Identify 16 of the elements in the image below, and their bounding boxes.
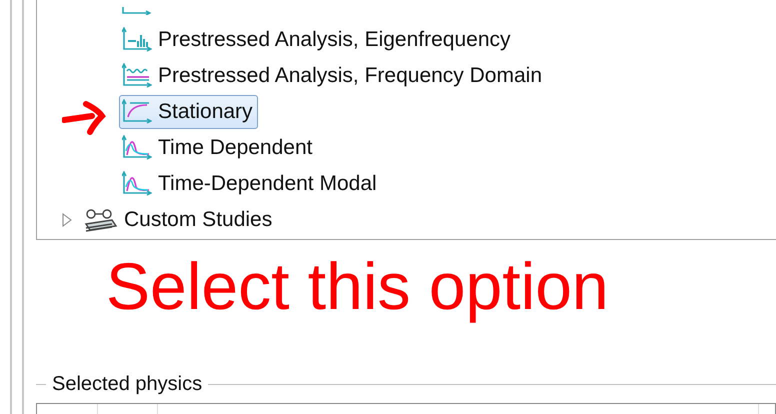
- tree-item[interactable]: Prestressed Analysis, Eigenfrequency: [119, 23, 516, 57]
- group-title: Selected physics: [52, 372, 202, 396]
- study-icon: [122, 63, 152, 89]
- expand-icon[interactable]: [61, 213, 73, 227]
- study-icon: [122, 171, 152, 197]
- tree-item[interactable]: Custom Studies: [79, 203, 278, 237]
- tree-item[interactable]: Time-Dependent Modal: [119, 167, 382, 201]
- tree-item[interactable]: Stationary: [119, 95, 258, 129]
- study-icon: [121, 7, 151, 15]
- annotation-text: Select this option: [106, 249, 609, 323]
- study-icon: [122, 27, 152, 53]
- study-icon: [122, 99, 152, 125]
- tree-item[interactable]: Prestressed Analysis, Frequency Domain: [119, 59, 547, 93]
- arrow-icon: [62, 98, 108, 136]
- study-icon: [122, 135, 152, 161]
- tree-item[interactable]: Time Dependent: [119, 131, 318, 165]
